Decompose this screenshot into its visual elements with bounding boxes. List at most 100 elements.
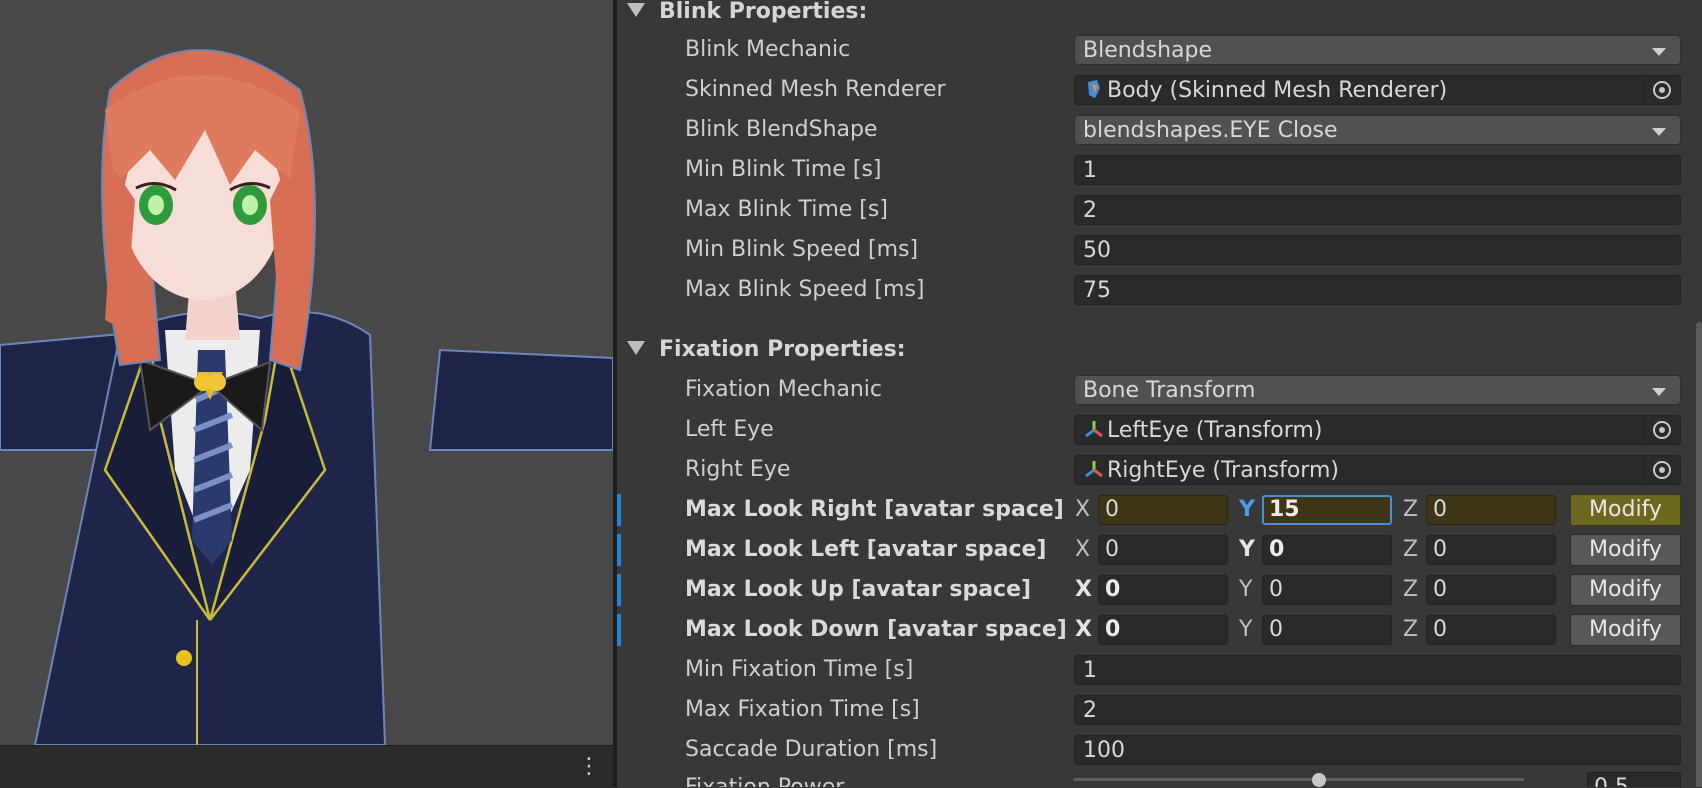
max-look-down-row: Max Look Down [avatar space] X 0 Y 0 Z 0…	[617, 612, 1702, 648]
fixation-mechanic-dropdown[interactable]: Bone Transform	[1074, 375, 1681, 405]
max-blink-speed-input[interactable]: 75	[1074, 275, 1681, 305]
modify-button[interactable]: Modify	[1570, 614, 1681, 646]
object-field-value: LeftEye (Transform)	[1107, 418, 1323, 443]
object-picker-icon[interactable]	[1643, 76, 1680, 104]
z-input[interactable]: 0	[1426, 615, 1556, 645]
z-axis-label: Z	[1403, 537, 1419, 562]
x-input[interactable]: 0	[1098, 575, 1228, 605]
skinned-mesh-icon	[1088, 80, 1100, 98]
slider-handle[interactable]	[1312, 773, 1326, 787]
max-fixation-time-input[interactable]: 2	[1074, 695, 1681, 725]
y-axis-label: Y	[1239, 577, 1253, 602]
left-eye-field[interactable]: LeftEye (Transform)	[1074, 415, 1681, 445]
field-label: Min Blink Speed [ms]	[685, 237, 919, 262]
y-input[interactable]: 0	[1262, 535, 1392, 565]
field-label: Saccade Duration [ms]	[685, 737, 938, 762]
x-input[interactable]: 0	[1098, 495, 1228, 525]
field-label: Blink BlendShape	[685, 117, 878, 142]
blink-mechanic-row: Blink Mechanic Blendshape	[617, 32, 1702, 68]
blink-mechanic-dropdown[interactable]: Blendshape	[1074, 35, 1681, 65]
skinned-mesh-renderer-row: Skinned Mesh Renderer Body (Skinned Mesh…	[617, 72, 1702, 108]
override-indicator	[617, 574, 621, 606]
field-label: Blink Mechanic	[685, 37, 851, 62]
x-axis-label: X	[1075, 537, 1091, 562]
field-label: Max Blink Speed [ms]	[685, 277, 925, 302]
right-eye-field[interactable]: RightEye (Transform)	[1074, 455, 1681, 485]
skinned-mesh-renderer-field[interactable]: Body (Skinned Mesh Renderer)	[1074, 75, 1681, 105]
section-title: Fixation Properties:	[659, 337, 906, 362]
fixation-power-input[interactable]: 0.5	[1587, 772, 1681, 787]
fixation-power-slider[interactable]	[1074, 778, 1524, 781]
field-label: Fixation Mechanic	[685, 377, 882, 402]
z-input[interactable]: 0	[1426, 575, 1556, 605]
field-label: Fixation Power	[685, 770, 844, 787]
min-blink-speed-input[interactable]: 50	[1074, 235, 1681, 265]
saccade-duration-input[interactable]: 100	[1074, 735, 1681, 765]
y-input[interactable]: 0	[1262, 575, 1392, 605]
min-blink-speed-row: Min Blink Speed [ms] 50	[617, 232, 1702, 268]
x-input[interactable]: 0	[1098, 615, 1228, 645]
override-indicator	[617, 614, 621, 646]
field-label: Max Look Up [avatar space]	[685, 577, 1032, 602]
max-blink-time-input[interactable]: 2	[1074, 195, 1681, 225]
min-blink-time-input[interactable]: 1	[1074, 155, 1681, 185]
field-label: Max Look Left [avatar space]	[685, 537, 1047, 562]
min-fixation-time-input[interactable]: 1	[1074, 655, 1681, 685]
scene-toolbar: ⋮	[0, 745, 613, 788]
y-axis-label: Y	[1239, 617, 1253, 642]
scene-view[interactable]	[0, 0, 613, 745]
z-axis-label: Z	[1403, 617, 1419, 642]
blink-properties-foldout[interactable]: Blink Properties:	[627, 0, 867, 30]
x-axis-label: X	[1075, 497, 1091, 522]
object-picker-icon[interactable]	[1643, 456, 1680, 484]
min-fixation-time-row: Min Fixation Time [s] 1	[617, 652, 1702, 688]
max-look-right-row: Max Look Right [avatar space] X 0 Y 15 Z…	[617, 492, 1702, 528]
field-label: Max Blink Time [s]	[685, 197, 888, 222]
foldout-arrow-icon	[627, 3, 645, 17]
max-blink-speed-row: Max Blink Speed [ms] 75	[617, 272, 1702, 308]
max-fixation-time-row: Max Fixation Time [s] 2	[617, 692, 1702, 728]
z-input[interactable]: 0	[1426, 535, 1556, 565]
field-label: Right Eye	[685, 457, 791, 482]
max-blink-time-row: Max Blink Time [s] 2	[617, 192, 1702, 228]
section-title: Blink Properties:	[659, 0, 868, 24]
z-input[interactable]: 0	[1426, 495, 1556, 525]
inspector-scrollbar[interactable]	[1696, 322, 1702, 787]
blink-blendshape-dropdown[interactable]: blendshapes.EYE Close	[1074, 115, 1681, 145]
y-input[interactable]: 15	[1262, 495, 1392, 525]
modify-button[interactable]: Modify	[1570, 534, 1681, 566]
transform-icon	[1085, 461, 1103, 478]
y-axis-label: Y	[1239, 497, 1255, 522]
dropdown-value: blendshapes.EYE Close	[1083, 118, 1338, 143]
x-input[interactable]: 0	[1098, 535, 1228, 565]
field-label: Left Eye	[685, 417, 774, 442]
field-label: Max Fixation Time [s]	[685, 697, 920, 722]
max-look-left-row: Max Look Left [avatar space] X 0 Y 0 Z 0…	[617, 532, 1702, 568]
chevron-down-icon	[1652, 128, 1666, 136]
saccade-duration-row: Saccade Duration [ms] 100	[617, 732, 1702, 768]
fixation-properties-foldout[interactable]: Fixation Properties:	[627, 332, 906, 368]
object-field-value: Body (Skinned Mesh Renderer)	[1107, 78, 1448, 103]
field-label: Max Look Down [avatar space]	[685, 617, 1067, 642]
object-field-value: RightEye (Transform)	[1107, 458, 1339, 483]
inspector-panel: Blink Properties: Blink Mechanic Blendsh…	[617, 0, 1702, 787]
modify-button[interactable]: Modify	[1570, 574, 1681, 606]
override-indicator	[617, 534, 621, 566]
right-eye-row: Right Eye RightEye (Transform)	[617, 452, 1702, 488]
field-label: Max Look Right [avatar space]	[685, 497, 1064, 522]
fixation-mechanic-row: Fixation Mechanic Bone Transform	[617, 372, 1702, 408]
max-look-up-row: Max Look Up [avatar space] X 0 Y 0 Z 0 M…	[617, 572, 1702, 608]
x-axis-label: X	[1075, 617, 1092, 642]
blink-blendshape-row: Blink BlendShape blendshapes.EYE Close	[617, 112, 1702, 148]
min-blink-time-row: Min Blink Time [s] 1	[617, 152, 1702, 188]
chevron-down-icon	[1652, 48, 1666, 56]
z-axis-label: Z	[1403, 577, 1419, 602]
avatar-model	[0, 49, 613, 745]
foldout-arrow-icon	[627, 341, 645, 355]
modify-button[interactable]: Modify	[1570, 494, 1681, 526]
y-input[interactable]: 0	[1262, 615, 1392, 645]
kebab-menu-icon[interactable]: ⋮	[578, 754, 600, 780]
object-picker-icon[interactable]	[1643, 416, 1680, 444]
x-axis-label: X	[1075, 577, 1092, 602]
y-axis-label: Y	[1239, 537, 1255, 562]
